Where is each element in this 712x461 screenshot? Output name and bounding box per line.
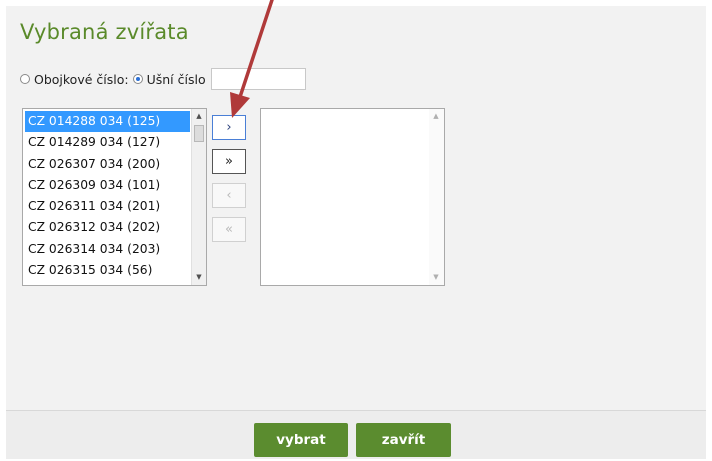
list-item[interactable]: CZ 026312 034 (202) xyxy=(25,217,190,238)
move-all-left-button[interactable]: « xyxy=(212,217,246,242)
number-filter-input[interactable] xyxy=(210,68,306,90)
ear-number-label: Ušní číslo xyxy=(146,71,206,87)
dialog-title: Vybraná zvířata xyxy=(20,20,189,44)
scroll-down-icon[interactable]: ▼ xyxy=(429,270,443,285)
scrollbar-thumb[interactable] xyxy=(194,125,204,142)
list-item[interactable]: CZ 014288 034 (125) xyxy=(25,111,190,133)
close-button[interactable]: zavřít xyxy=(356,423,451,457)
move-all-right-button[interactable]: » xyxy=(212,149,246,174)
collar-number-label: Obojkové číslo: xyxy=(34,71,129,87)
list-item[interactable]: CZ 026307 034 (200) xyxy=(25,154,190,175)
scroll-up-icon[interactable]: ▲ xyxy=(192,109,206,124)
selected-animals-list[interactable]: ▲ ▼ xyxy=(260,108,445,286)
list-item[interactable]: CZ 014289 034 (127) xyxy=(25,132,190,153)
selected-list-scrollbar[interactable]: ▲ ▼ xyxy=(429,109,444,285)
available-list-scrollbar[interactable]: ▲ ▼ xyxy=(191,109,206,285)
select-button[interactable]: vybrat xyxy=(254,423,348,457)
available-animals-list[interactable]: CZ 014288 034 (125) CZ 014289 034 (127) CZ… xyxy=(22,108,207,286)
available-animals-items: CZ 014288 034 (125) CZ 014289 034 (127) CZ… xyxy=(25,111,190,281)
select-animals-dialog: Vybraná zvířata Obojkové číslo: Ušní čís… xyxy=(6,6,706,459)
list-item[interactable]: CZ 026314 034 (203) xyxy=(25,239,190,260)
list-item[interactable]: CZ 026311 034 (201) xyxy=(25,196,190,217)
filter-row: Obojkové číslo: Ušní číslo xyxy=(20,66,306,92)
scroll-down-icon[interactable]: ▼ xyxy=(192,270,206,285)
collar-number-radio[interactable] xyxy=(20,74,30,84)
list-item[interactable]: CZ 026315 034 (56) xyxy=(25,260,190,281)
move-one-right-button[interactable]: › xyxy=(212,115,246,140)
ear-number-radio[interactable] xyxy=(132,74,143,84)
list-item[interactable]: CZ 026309 034 (101) xyxy=(25,175,190,196)
dialog-footer: vybrat zavřít xyxy=(6,410,706,459)
move-one-left-button[interactable]: ‹ xyxy=(212,183,246,208)
scroll-up-icon[interactable]: ▲ xyxy=(429,109,443,124)
